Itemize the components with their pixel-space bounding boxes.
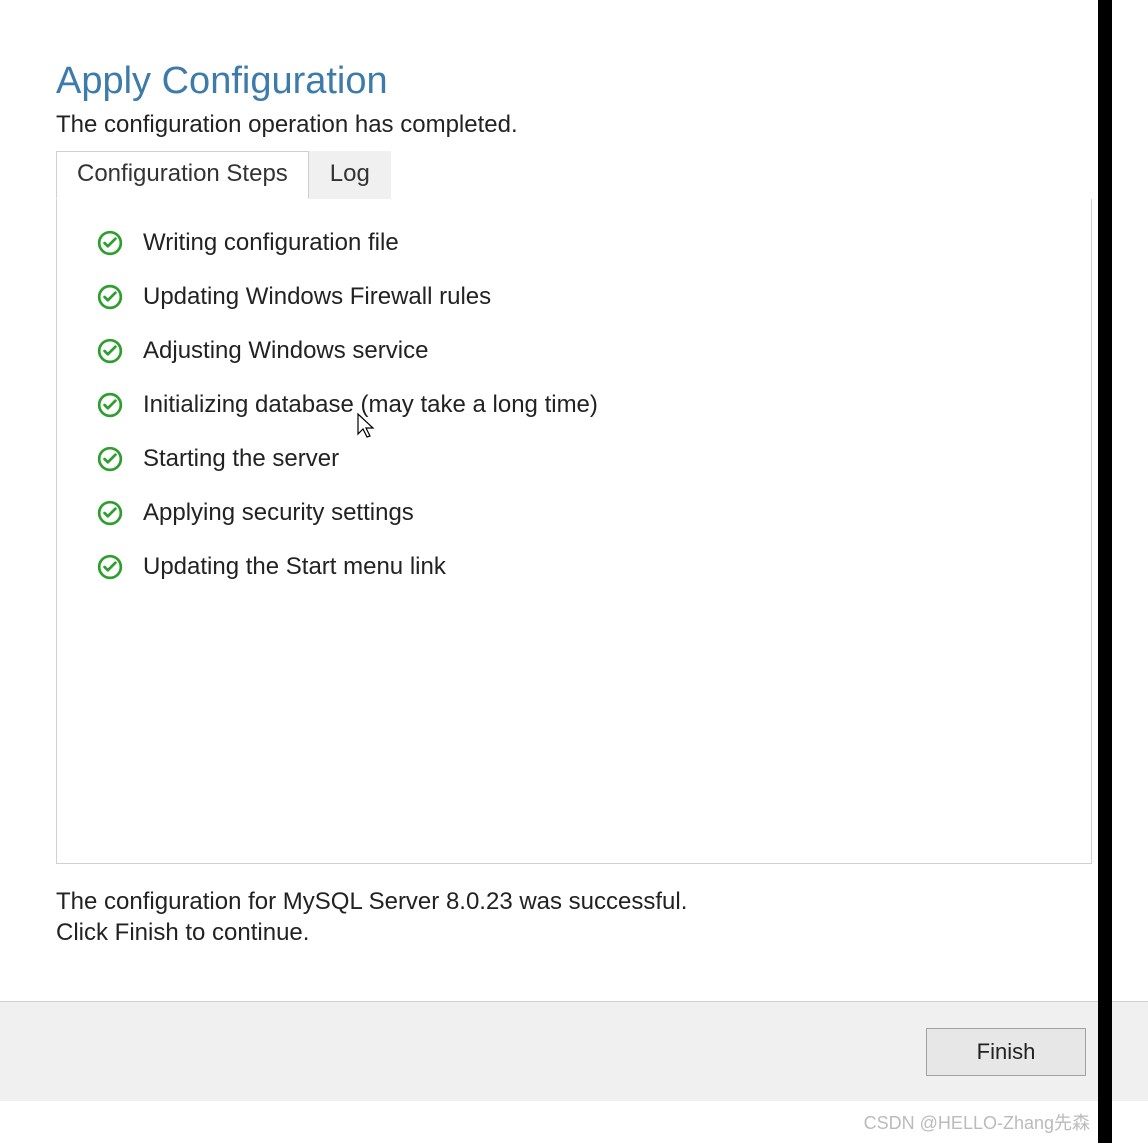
steps-panel: Writing configuration file Updating Wind… xyxy=(56,198,1092,864)
tab-configuration-steps[interactable]: Configuration Steps xyxy=(56,151,309,199)
watermark-text: CSDN @HELLO-Zhang先森 xyxy=(864,1109,1090,1135)
step-item: Writing configuration file xyxy=(97,229,1051,257)
tab-log[interactable]: Log xyxy=(309,151,391,199)
step-item: Adjusting Windows service xyxy=(97,337,1051,365)
status-line-1: The configuration for MySQL Server 8.0.2… xyxy=(56,886,1092,917)
step-label: Updating the Start menu link xyxy=(143,553,446,581)
step-label: Updating Windows Firewall rules xyxy=(143,283,491,311)
checkmark-icon xyxy=(97,554,123,580)
step-item: Starting the server xyxy=(97,445,1051,473)
checkmark-icon xyxy=(97,500,123,526)
step-label: Starting the server xyxy=(143,445,339,473)
page-title: Apply Configuration xyxy=(56,60,1092,103)
tab-bar: Configuration Steps Log xyxy=(56,151,1092,199)
step-item: Updating the Start menu link xyxy=(97,553,1051,581)
footer-bar: Finish xyxy=(0,1001,1148,1101)
step-item: Applying security settings xyxy=(97,499,1051,527)
checkmark-icon xyxy=(97,338,123,364)
status-text: The configuration for MySQL Server 8.0.2… xyxy=(56,886,1092,948)
step-label: Applying security settings xyxy=(143,499,414,527)
step-label: Writing configuration file xyxy=(143,229,399,257)
step-item: Initializing database (may take a long t… xyxy=(97,391,1051,419)
window-right-border xyxy=(1098,0,1112,1143)
page-subtitle: The configuration operation has complete… xyxy=(56,111,1092,139)
checkmark-icon xyxy=(97,446,123,472)
checkmark-icon xyxy=(97,284,123,310)
status-line-2: Click Finish to continue. xyxy=(56,917,1092,948)
checkmark-icon xyxy=(97,392,123,418)
step-label: Initializing database (may take a long t… xyxy=(143,391,598,419)
checkmark-icon xyxy=(97,230,123,256)
finish-button[interactable]: Finish xyxy=(926,1028,1086,1076)
step-item: Updating Windows Firewall rules xyxy=(97,283,1051,311)
step-label: Adjusting Windows service xyxy=(143,337,428,365)
